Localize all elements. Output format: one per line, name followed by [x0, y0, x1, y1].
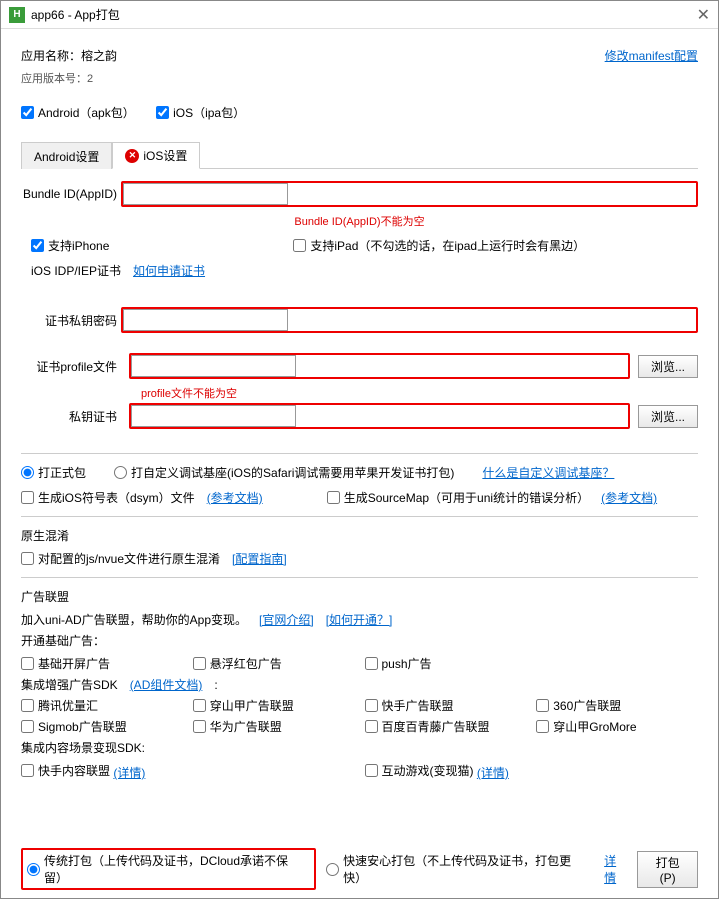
ad-basic-title: 开通基础广告：: [21, 632, 698, 649]
ad-component-doc-link[interactable]: (AD组件文档): [130, 676, 203, 693]
idp-cert-label: iOS IDP/IEP证书: [31, 262, 121, 279]
ad-title: 广告联盟: [21, 588, 698, 605]
ad-how-link[interactable]: [如何开通？]: [326, 611, 393, 628]
bundle-id-input[interactable]: [123, 183, 288, 205]
intergame-detail-link[interactable]: (详情): [477, 766, 509, 780]
sourcemap-checkbox[interactable]: 生成SourceMap（可用于uni统计的错误分析）: [327, 489, 589, 506]
fast-build-radio[interactable]: 快速安心打包（不上传代码及证书，打包更快）: [326, 852, 586, 886]
app-version: 应用版本号：2: [21, 70, 698, 86]
private-key-label: 私钥证书: [21, 408, 121, 425]
ad-intro: 加入uni-AD广告联盟，帮助你的App变现。: [21, 611, 247, 628]
release-radio[interactable]: 打正式包: [21, 464, 86, 481]
ad-enhance-title: 集成增强广告SDK: [21, 676, 118, 693]
obfuscate-checkbox[interactable]: 对配置的js/nvue文件进行原生混淆: [21, 550, 220, 567]
ad-gromore-checkbox[interactable]: 穿山甲GroMore: [536, 718, 698, 735]
android-checkbox[interactable]: Android（apk包）: [21, 104, 135, 121]
ad-sigmob-checkbox[interactable]: Sigmob广告联盟: [21, 718, 183, 735]
error-icon: ✕: [125, 149, 139, 163]
profile-browse-button[interactable]: 浏览...: [638, 355, 698, 378]
ad-baidu-checkbox[interactable]: 百度百青藤广告联盟: [365, 718, 527, 735]
dsym-doc-link[interactable]: (参考文档): [207, 489, 263, 506]
window-title: app66 - App打包: [31, 6, 697, 23]
close-icon[interactable]: ✕: [697, 5, 710, 25]
ios-checkbox[interactable]: iOS（ipa包）: [156, 104, 245, 121]
ad-kuaishou-checkbox[interactable]: 快手广告联盟: [365, 697, 527, 714]
debug-radio[interactable]: 打自定义调试基座(iOS的Safari调试需要用苹果开发证书打包): [114, 464, 454, 481]
ad-basic-splash-checkbox[interactable]: 基础开屏广告: [21, 655, 183, 672]
how-to-apply-cert-link[interactable]: 如何申请证书: [133, 262, 205, 279]
titlebar: H app66 - App打包 ✕: [1, 1, 718, 29]
ad-push-checkbox[interactable]: push广告: [365, 655, 527, 672]
obfuscate-title: 原生混淆: [21, 527, 698, 544]
build-button[interactable]: 打包(P): [637, 851, 698, 888]
private-key-input[interactable]: [131, 405, 296, 427]
sourcemap-doc-link[interactable]: (参考文档): [601, 489, 657, 506]
tab-ios[interactable]: ✕ iOS设置: [112, 142, 200, 169]
traditional-build-radio[interactable]: 传统打包（上传代码及证书，DCloud承诺不保留）: [27, 852, 302, 886]
what-is-debug-link[interactable]: 什么是自定义调试基座？: [482, 464, 614, 481]
ad-ks-content-checkbox[interactable]: 快手内容联盟: [21, 762, 110, 779]
app-name: 应用名称：榕之韵: [21, 47, 117, 64]
bundle-id-label: Bundle ID(AppID): [21, 187, 121, 201]
cert-password-input[interactable]: [123, 309, 288, 331]
support-ipad-checkbox[interactable]: 支持iPad（不勾选的话，在ipad上运行时会有黑边）: [293, 237, 585, 254]
ad-pangle-checkbox[interactable]: 穿山甲广告联盟: [193, 697, 355, 714]
ad-huawei-checkbox[interactable]: 华为广告联盟: [193, 718, 355, 735]
bundle-id-error: Bundle ID(AppID)不能为空: [21, 213, 698, 229]
obfuscate-guide-link[interactable]: [配置指南]: [232, 550, 287, 567]
support-iphone-checkbox[interactable]: 支持iPhone: [31, 237, 109, 254]
profile-file-input[interactable]: [131, 355, 296, 377]
profile-error: profile文件不能为空: [141, 385, 698, 401]
ad-redpacket-checkbox[interactable]: 悬浮红包广告: [193, 655, 355, 672]
ks-content-detail-link[interactable]: (详情): [113, 766, 145, 780]
ad-content-title: 集成内容场景变现SDK:: [21, 739, 698, 756]
cert-password-label: 证书私钥密码: [21, 312, 121, 329]
profile-file-label: 证书profile文件: [21, 358, 121, 375]
app-icon: H: [9, 7, 25, 23]
ad-360-checkbox[interactable]: 360广告联盟: [536, 697, 698, 714]
private-key-browse-button[interactable]: 浏览...: [638, 405, 698, 428]
ad-tencent-checkbox[interactable]: 腾讯优量汇: [21, 697, 183, 714]
modify-manifest-link[interactable]: 修改manifest配置: [605, 47, 698, 64]
build-detail-link[interactable]: 详情: [604, 852, 627, 886]
dsym-checkbox[interactable]: 生成iOS符号表（dsym）文件: [21, 489, 195, 506]
ad-official-link[interactable]: [官网介绍]: [259, 611, 314, 628]
ad-intergame-checkbox[interactable]: 互动游戏(变现猫): [365, 762, 474, 779]
tab-android[interactable]: Android设置: [21, 142, 112, 169]
